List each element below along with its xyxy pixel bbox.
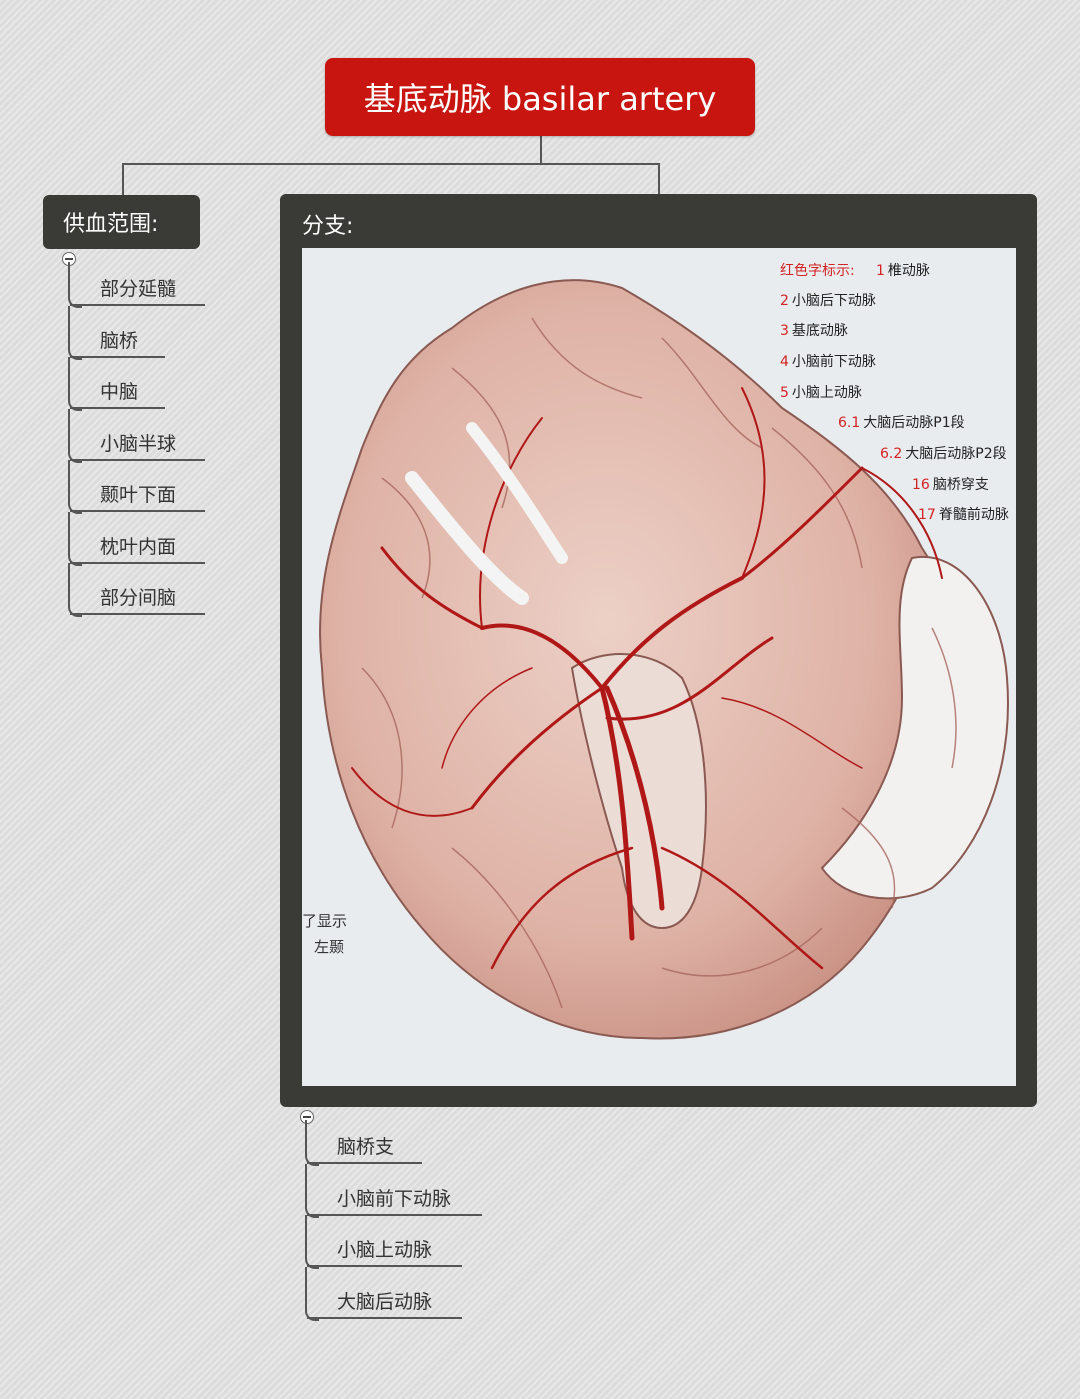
root-topic[interactable]: 基底动脉 basilar artery <box>325 58 755 136</box>
legend-number: 6.1 <box>838 415 861 431</box>
legend-label: 基底动脉 <box>791 323 848 339</box>
legend-label: 椎动脉 <box>887 263 930 279</box>
legend-entry: 4 小脑前下动脉 <box>780 351 876 371</box>
supply-item[interactable]: 部分延髓 <box>70 274 205 306</box>
supply-item[interactable]: 小脑半球 <box>70 429 205 461</box>
supply-item[interactable]: 部分间脑 <box>70 583 205 615</box>
legend-number: 3 <box>780 323 789 339</box>
legend-label: 小脑前下动脉 <box>791 354 876 370</box>
legend-number: 17 <box>918 507 936 523</box>
supply-item[interactable]: 中脑 <box>70 377 165 409</box>
branch-item[interactable]: 小脑前下动脉 <box>307 1184 482 1216</box>
legend-entry: 5 小脑上动脉 <box>780 382 862 402</box>
legend-label: 脊髓前动脉 <box>938 507 1009 523</box>
image-caption-line1: 了显示 <box>302 912 348 930</box>
supply-item[interactable]: 脑桥 <box>70 326 165 358</box>
legend-label: 大脑后动脉P2段 <box>905 446 1007 462</box>
legend-label: 小脑后下动脉 <box>791 293 876 309</box>
legend-entry: 16 脑桥穿支 <box>912 474 989 494</box>
legend-label: 大脑后动脉P1段 <box>863 415 965 431</box>
legend-number: 6.2 <box>880 446 903 462</box>
legend-number: 1 <box>876 263 885 279</box>
connector-root-down <box>540 136 542 164</box>
legend-entry: 17 脊髓前动脉 <box>918 504 1009 524</box>
legend-number: 4 <box>780 354 789 370</box>
connector-horizontal <box>122 163 660 165</box>
legend-label: 脑桥穿支 <box>932 477 989 493</box>
supply-topic-label: 供血范围: <box>63 212 159 237</box>
branch-item[interactable]: 大脑后动脉 <box>307 1287 462 1319</box>
legend-entry: 1 椎动脉 <box>876 260 930 280</box>
root-topic-label: 基底动脉 basilar artery <box>363 80 717 118</box>
supply-item[interactable]: 枕叶内面 <box>70 532 205 564</box>
supply-item[interactable]: 颞叶下面 <box>70 480 205 512</box>
brain-artery-illustration: 红色字标示: 1 椎动脉 2 小脑后下动脉 3 基底动脉 4 小脑前下动脉 5 小脑上动脉 6.1 大脑… <box>302 248 1016 1086</box>
legend-label: 小脑上动脉 <box>791 385 862 401</box>
image-caption-line2: 左颞 <box>314 938 345 956</box>
branch-item[interactable]: 脑桥支 <box>307 1132 422 1164</box>
minus-icon <box>65 258 73 260</box>
legend-number: 5 <box>780 385 789 401</box>
legend-number: 2 <box>780 293 789 309</box>
legend-entry: 3 基底动脉 <box>780 320 848 340</box>
legend-entry: 6.2 大脑后动脉P2段 <box>880 443 1007 463</box>
supply-topic[interactable]: 供血范围: <box>43 195 200 249</box>
connector-supply <box>122 163 124 195</box>
branches-topic-label: 分支: <box>302 214 354 239</box>
legend-entry: 6.1 大脑后动脉P1段 <box>838 412 965 432</box>
legend-number: 16 <box>912 477 930 493</box>
connector-branches <box>658 163 660 195</box>
legend-header: 红色字标示: <box>780 263 855 279</box>
legend-entry: 2 小脑后下动脉 <box>780 290 876 310</box>
image-legend: 红色字标示: 1 椎动脉 2 小脑后下动脉 3 基底动脉 4 小脑前下动脉 5 小脑上动脉 6.1 大脑… <box>302 248 1016 548</box>
minus-icon <box>303 1116 311 1118</box>
branch-item[interactable]: 小脑上动脉 <box>307 1235 462 1267</box>
